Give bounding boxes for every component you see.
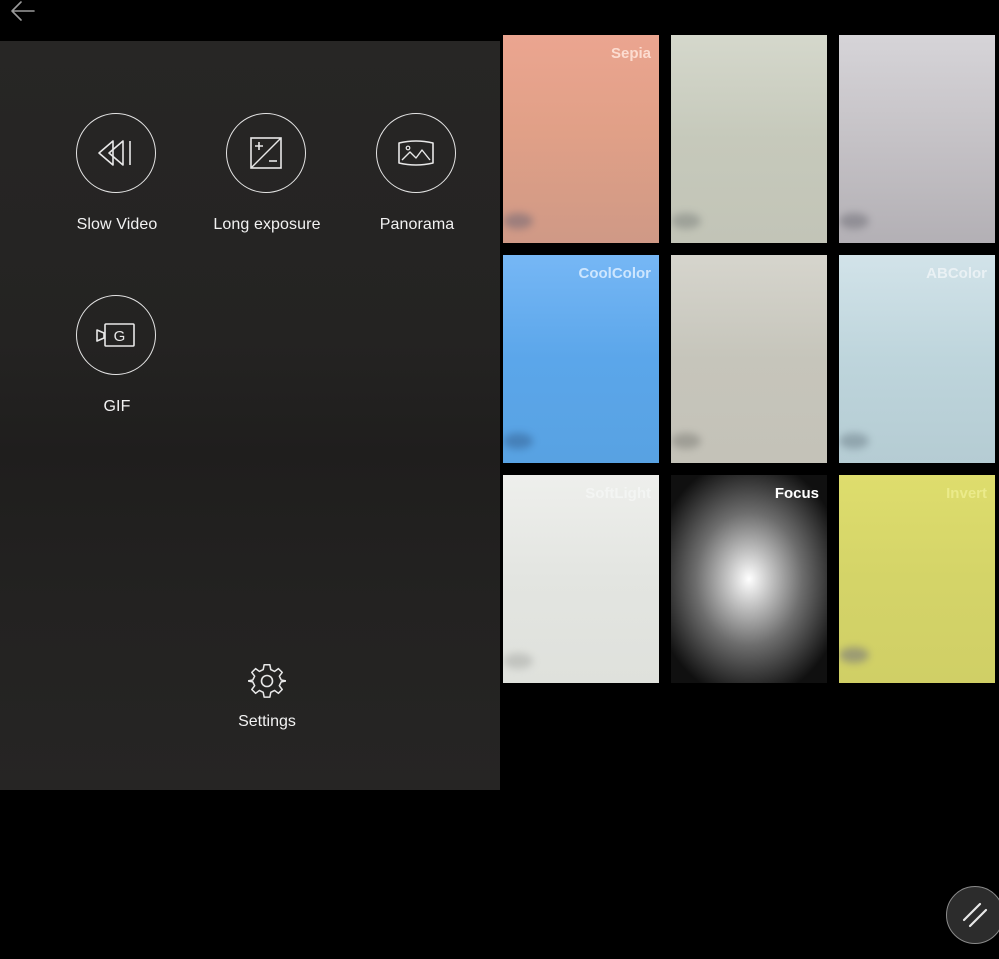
tile-shadow (503, 653, 533, 669)
svg-text:G: G (114, 328, 126, 345)
gif-label: GIF (103, 398, 131, 415)
tile-shadow (671, 433, 701, 449)
camera-mode-panel: Slow Video Long exposure Panorama G GIF … (0, 41, 500, 790)
filter-tile-5[interactable] (671, 255, 827, 463)
exposure-icon (250, 137, 282, 169)
settings-label: Settings (238, 713, 296, 730)
panorama-button[interactable] (376, 113, 456, 193)
gear-icon (248, 664, 286, 698)
mode-slow-video[interactable]: Slow Video (42, 113, 192, 243)
mode-panorama[interactable]: Panorama (342, 113, 492, 243)
gif-button[interactable]: G (76, 295, 156, 375)
filter-label: ABColor (926, 265, 987, 282)
filter-tile-softlight[interactable]: SoftLight (503, 475, 659, 683)
settings-button[interactable]: Settings (207, 660, 327, 740)
diagonal-lines-icon (962, 902, 988, 928)
back-button[interactable] (8, 0, 40, 24)
filter-tile-2[interactable] (671, 35, 827, 243)
long-exposure-button[interactable] (226, 113, 306, 193)
filter-label: Invert (946, 485, 987, 502)
filter-tile-3[interactable] (839, 35, 995, 243)
panorama-icon (398, 140, 434, 166)
filter-tile-invert[interactable]: Invert (839, 475, 995, 683)
tile-shadow (839, 213, 869, 229)
gif-camera-icon: G (96, 323, 135, 347)
mode-gif[interactable]: G GIF (42, 295, 192, 425)
filter-tile-coolcolor[interactable]: CoolColor (503, 255, 659, 463)
tile-shadow (503, 433, 533, 449)
tile-shadow (671, 213, 701, 229)
filter-tile-focus[interactable]: Focus (671, 475, 827, 683)
tile-shadow (839, 647, 869, 663)
slow-video-button[interactable] (76, 113, 156, 193)
filter-tile-sepia[interactable]: Sepia (503, 35, 659, 243)
mode-toggle-button[interactable] (946, 886, 999, 944)
filter-label: CoolColor (578, 265, 652, 282)
mode-long-exposure[interactable]: Long exposure (192, 113, 342, 243)
filter-tile-abcolor[interactable]: ABColor (839, 255, 995, 463)
arrow-left-icon (11, 1, 35, 21)
filter-label: SoftLight (585, 485, 651, 502)
tile-shadow (839, 433, 869, 449)
tile-shadow (503, 213, 533, 229)
rewind-icon (98, 140, 131, 166)
panorama-label: Panorama (379, 216, 455, 233)
filter-label: Sepia (610, 45, 651, 62)
filter-label: Focus (774, 485, 819, 502)
